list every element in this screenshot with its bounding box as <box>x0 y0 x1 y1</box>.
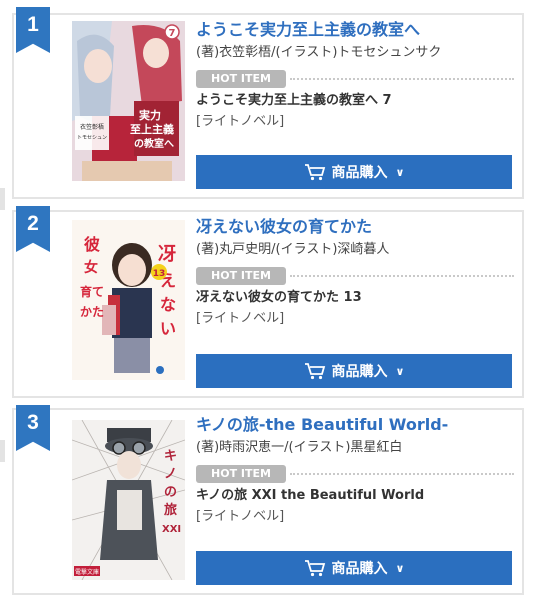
svg-text:13: 13 <box>153 269 166 279</box>
cart-icon <box>304 164 325 181</box>
purchase-button[interactable]: 商品購入 ∨ <box>196 155 512 189</box>
chevron-down-icon: ∨ <box>395 165 405 179</box>
left-edge-mark <box>0 440 5 462</box>
purchase-button-label: 商品購入 <box>331 561 388 577</box>
dotted-divider <box>290 473 514 475</box>
dotted-divider <box>290 78 514 80</box>
product-name: 冴えない彼女の育てかた 13 <box>196 290 362 305</box>
purchase-button[interactable]: 商品購入 ∨ <box>196 551 512 585</box>
svg-text:電撃文庫: 電撃文庫 <box>75 568 99 576</box>
book-title-link[interactable]: キノの旅-the Beautiful World- <box>196 414 514 436</box>
svg-text:至上主義: 至上主義 <box>130 122 174 136</box>
svg-text:な: な <box>160 295 176 314</box>
svg-text:かた: かた <box>80 305 104 319</box>
svg-text:女: 女 <box>84 259 98 276</box>
dotted-divider <box>290 275 514 277</box>
purchase-button[interactable]: 商品購入 ∨ <box>196 354 512 388</box>
author-credit: (著)時雨沢恵一/(イラスト)黒星紅白 <box>196 440 403 455</box>
svg-text:冴: 冴 <box>158 244 176 265</box>
purchase-button-label: 商品購入 <box>331 165 388 181</box>
svg-text:い: い <box>160 319 176 338</box>
chevron-down-icon: ∨ <box>395 561 405 575</box>
author-credit: (著)丸戸史明/(イラスト)深崎暮人 <box>196 242 390 257</box>
category-label: [ライトノベル] <box>196 509 285 524</box>
svg-text:の教室へ: の教室へ <box>134 137 174 150</box>
svg-text:ノ: ノ <box>164 467 177 482</box>
chevron-down-icon: ∨ <box>395 364 405 378</box>
book-title-link[interactable]: 冴えない彼女の育てかた <box>196 216 514 238</box>
svg-text:彼: 彼 <box>84 235 100 254</box>
svg-text:育て: 育て <box>80 284 104 299</box>
svg-text:実力: 実力 <box>139 108 161 122</box>
category-label: [ライトノベル] <box>196 311 285 326</box>
cart-icon <box>304 363 325 380</box>
purchase-button-label: 商品購入 <box>331 364 388 380</box>
cover-art: キ ノ の 旅 XXI 電撃文庫 <box>72 420 185 580</box>
author-credit: (著)衣笠彰梧/(イラスト)トモセシュンサク <box>196 45 442 60</box>
left-edge-mark <box>0 188 5 210</box>
svg-text:7: 7 <box>169 28 176 39</box>
svg-text:衣笠彰梧: 衣笠彰梧 <box>80 123 104 131</box>
cart-icon <box>304 560 325 577</box>
svg-text:の: の <box>164 485 177 500</box>
product-name: キノの旅 XXI the Beautiful World <box>196 488 425 503</box>
hot-item-badge: HOT ITEM <box>196 70 286 88</box>
category-label: [ライトノベル] <box>196 114 285 129</box>
book-cover[interactable]: キ ノ の 旅 XXI 電撃文庫 <box>72 420 185 580</box>
svg-text:旅: 旅 <box>164 502 177 518</box>
book-cover[interactable]: 彼 女 育て かた 冴 え な い 13 <box>72 220 185 380</box>
book-title-link[interactable]: ようこそ実力至上主義の教室へ <box>196 19 514 41</box>
svg-text:XXI: XXI <box>162 524 181 535</box>
hot-item-badge: HOT ITEM <box>196 465 286 483</box>
book-cover[interactable]: 衣笠彰梧 トモセシュン 7 実力 至上主義 の教室へ <box>72 21 185 181</box>
svg-text:トモセシュン: トモセシュン <box>77 135 107 141</box>
hot-item-badge: HOT ITEM <box>196 267 286 285</box>
cover-art: 衣笠彰梧 トモセシュン 7 実力 至上主義 の教室へ <box>72 21 185 181</box>
product-name: ようこそ実力至上主義の教室へ 7 <box>196 93 392 108</box>
svg-text:キ: キ <box>164 449 177 464</box>
cover-art: 彼 女 育て かた 冴 え な い 13 <box>72 220 185 380</box>
